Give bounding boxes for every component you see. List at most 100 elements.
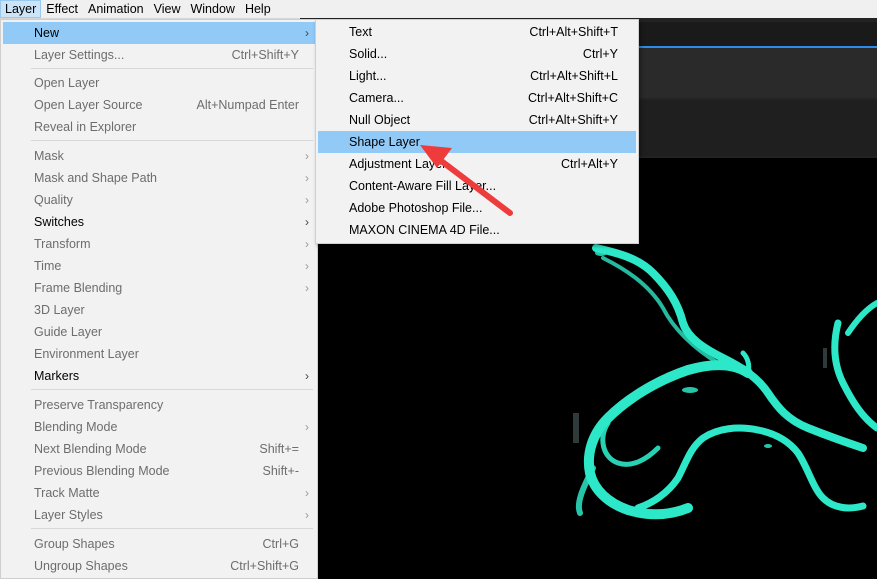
menu-item-previous-blending-mode[interactable]: Previous Blending Mode Shift+-: [3, 460, 315, 482]
menu-item-guide-layer[interactable]: Guide Layer: [3, 321, 315, 343]
chevron-right-icon: ›: [305, 259, 309, 273]
chevron-right-icon: ›: [305, 237, 309, 251]
menu-item-label: Camera...: [349, 91, 404, 105]
menu-item-preserve-transparency[interactable]: Preserve Transparency: [3, 394, 315, 416]
menu-item-label: Switches: [34, 215, 85, 229]
menu-item-label: Transform: [34, 237, 91, 251]
menu-item-shortcut: Ctrl+Shift+Y: [231, 48, 299, 62]
menu-item-time[interactable]: Time ›: [3, 255, 315, 277]
menu-item-label: MAXON CINEMA 4D File...: [349, 223, 500, 237]
menu-separator: [31, 140, 313, 141]
menu-item-label: Preserve Transparency: [34, 398, 164, 412]
menu-item-label: Environment Layer: [34, 347, 139, 361]
menu-item-shortcut: Ctrl+Alt+Shift+Y: [528, 113, 618, 127]
menu-item-label: Previous Blending Mode: [34, 464, 170, 478]
menu-item-quality[interactable]: Quality ›: [3, 189, 315, 211]
menu-item-blending-mode[interactable]: Blending Mode ›: [3, 416, 315, 438]
menu-item-shortcut: Shift+=: [259, 442, 299, 456]
menu-layer[interactable]: Layer: [0, 0, 42, 18]
chevron-right-icon: ›: [305, 215, 309, 229]
menu-item-label: New: [34, 26, 60, 40]
menu-item-shortcut: Ctrl+Alt+Shift+T: [529, 25, 618, 39]
menu-window[interactable]: Window: [185, 0, 239, 18]
menu-item-label: Text: [349, 25, 372, 39]
menu-item-label: Markers: [34, 369, 80, 383]
menu-help[interactable]: Help: [240, 0, 276, 18]
menu-item-mask[interactable]: Mask ›: [3, 145, 315, 167]
submenu-item-maxon-cinema-4d-file[interactable]: MAXON CINEMA 4D File...: [318, 219, 636, 241]
menu-item-frame-blending[interactable]: Frame Blending ›: [3, 277, 315, 299]
submenu-item-adobe-photoshop-file[interactable]: Adobe Photoshop File...: [318, 197, 636, 219]
menu-item-label: 3D Layer: [34, 303, 85, 317]
menu-item-shortcut: Ctrl+Alt+Shift+L: [530, 69, 618, 83]
menu-separator: [31, 389, 313, 390]
menu-item-label: Solid...: [349, 47, 388, 61]
menu-animation[interactable]: Animation: [83, 0, 149, 18]
menu-item-next-blending-mode[interactable]: Next Blending Mode Shift+=: [3, 438, 315, 460]
chevron-right-icon: ›: [305, 369, 309, 383]
panel-toolbar: [620, 48, 877, 98]
menu-item-shortcut: Ctrl+G: [262, 537, 299, 551]
submenu-item-light[interactable]: Light... Ctrl+Alt+Shift+L: [318, 65, 636, 87]
panel-area: [620, 100, 877, 156]
submenu-item-content-aware-fill-layer[interactable]: Content-Aware Fill Layer...: [318, 175, 636, 197]
chevron-right-icon: ›: [305, 508, 309, 522]
menu-item-label: Time: [34, 259, 62, 273]
menu-item-open-layer-source[interactable]: Open Layer Source Alt+Numpad Enter: [3, 94, 315, 116]
menu-item-label: Quality: [34, 193, 73, 207]
menu-effect[interactable]: Effect: [41, 0, 83, 18]
menubar: Layer Effect Animation View Window Help: [0, 0, 877, 19]
submenu-item-camera[interactable]: Camera... Ctrl+Alt+Shift+C: [318, 87, 636, 109]
submenu-item-shape-layer[interactable]: Shape Layer: [318, 131, 636, 153]
menu-item-label: Open Layer: [34, 76, 100, 90]
menu-item-switches[interactable]: Switches ›: [3, 211, 315, 233]
new-submenu: Text Ctrl+Alt+Shift+T Solid... Ctrl+Y Li…: [315, 19, 639, 244]
chevron-right-icon: ›: [305, 281, 309, 295]
menu-item-new[interactable]: New ›: [3, 22, 315, 44]
menu-item-label: Track Matte: [34, 486, 100, 500]
timeline-tab-strip: [620, 22, 877, 48]
menu-item-label: Layer Settings...: [34, 48, 125, 62]
menu-item-shortcut: Ctrl+Shift+G: [230, 559, 299, 573]
submenu-item-adjustment-layer[interactable]: Adjustment Layer Ctrl+Alt+Y: [318, 153, 636, 175]
menu-item-label: Adjustment Layer: [349, 157, 447, 171]
menu-item-transform[interactable]: Transform ›: [3, 233, 315, 255]
menu-item-label: Ungroup Shapes: [34, 559, 128, 573]
menu-separator: [31, 528, 313, 529]
menu-item-environment-layer[interactable]: Environment Layer: [3, 343, 315, 365]
menu-item-label: Adobe Photoshop File...: [349, 201, 483, 215]
submenu-item-text[interactable]: Text Ctrl+Alt+Shift+T: [318, 21, 636, 43]
menu-item-layer-styles[interactable]: Layer Styles ›: [3, 504, 315, 526]
menu-item-label: Shape Layer: [349, 135, 420, 149]
submenu-item-null-object[interactable]: Null Object Ctrl+Alt+Shift+Y: [318, 109, 636, 131]
menu-item-label: Open Layer Source: [34, 98, 143, 112]
menu-item-3d-layer[interactable]: 3D Layer: [3, 299, 315, 321]
menu-item-label: Group Shapes: [34, 537, 115, 551]
menu-item-label: Frame Blending: [34, 281, 123, 295]
chevron-right-icon: ›: [305, 420, 309, 434]
menu-item-track-matte[interactable]: Track Matte ›: [3, 482, 315, 504]
menu-item-open-layer[interactable]: Open Layer: [3, 72, 315, 94]
menu-item-label: Blending Mode: [34, 420, 118, 434]
submenu-item-solid[interactable]: Solid... Ctrl+Y: [318, 43, 636, 65]
menu-item-label: Content-Aware Fill Layer...: [349, 179, 497, 193]
menu-item-group-shapes[interactable]: Group Shapes Ctrl+G: [3, 533, 315, 555]
menu-item-reveal-in-explorer[interactable]: Reveal in Explorer: [3, 116, 315, 138]
menu-item-label: Layer Styles: [34, 508, 103, 522]
menu-item-layer-settings[interactable]: Layer Settings... Ctrl+Shift+Y: [3, 44, 315, 66]
menu-item-label: Next Blending Mode: [34, 442, 147, 456]
menu-view[interactable]: View: [149, 0, 186, 18]
chevron-right-icon: ›: [305, 26, 309, 40]
chevron-right-icon: ›: [305, 193, 309, 207]
menu-separator: [31, 68, 313, 69]
menu-item-mask-and-shape-path[interactable]: Mask and Shape Path ›: [3, 167, 315, 189]
menu-item-ungroup-shapes[interactable]: Ungroup Shapes Ctrl+Shift+G: [3, 555, 315, 577]
menu-item-shortcut: Alt+Numpad Enter: [196, 98, 299, 112]
menu-item-markers[interactable]: Markers ›: [3, 365, 315, 387]
chevron-right-icon: ›: [305, 486, 309, 500]
menu-item-shortcut: Shift+-: [262, 464, 299, 478]
menu-item-label: Mask: [34, 149, 64, 163]
menu-item-shortcut: Ctrl+Alt+Shift+C: [528, 91, 618, 105]
menu-item-label: Mask and Shape Path: [34, 171, 157, 185]
menu-item-label: Light...: [349, 69, 387, 83]
